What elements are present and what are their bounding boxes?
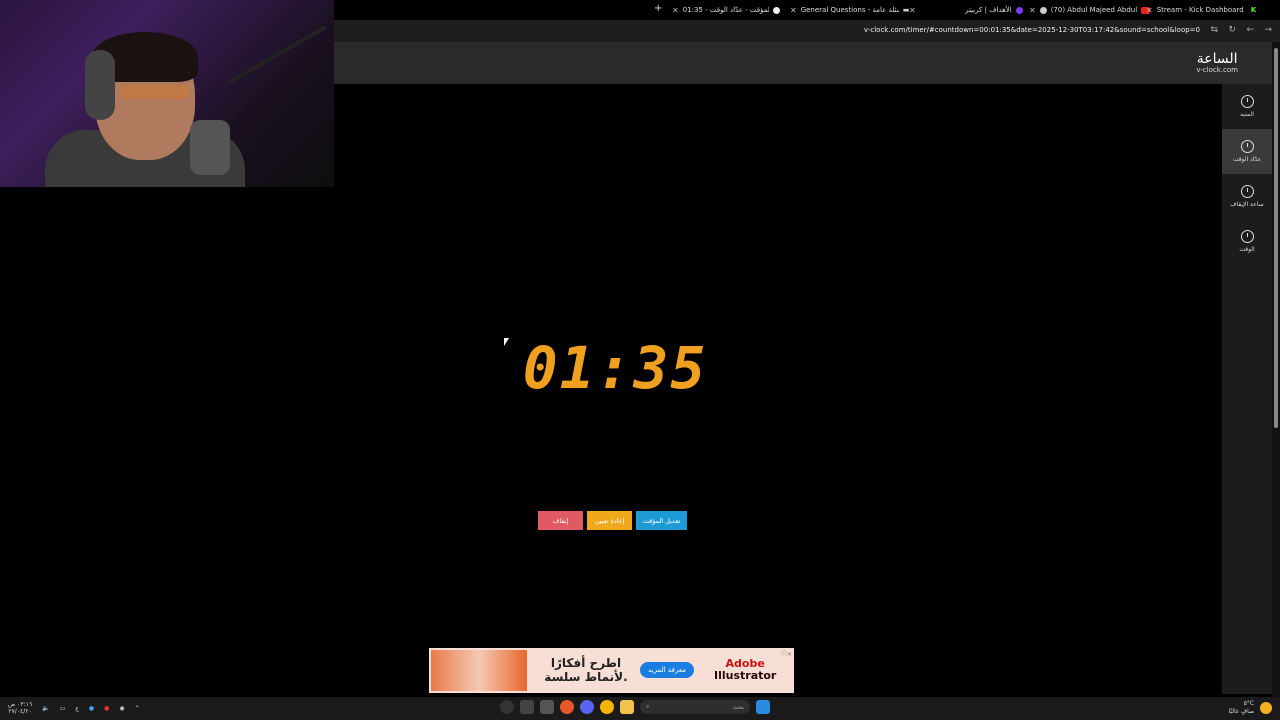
- tab-goals[interactable]: ✕ الأهداف | كرييتر: [909, 3, 1023, 17]
- ad-cta-button[interactable]: معرفة المزيد: [640, 662, 694, 678]
- discord-icon[interactable]: [580, 700, 594, 714]
- tab-label: General Questions - أسئلة عامة: [800, 6, 899, 14]
- back-icon[interactable]: ←: [1246, 25, 1254, 35]
- app-icon[interactable]: [520, 700, 534, 714]
- site-header: الساعة v-clock.com: [334, 42, 1272, 84]
- tab-label: 01:35 - المؤقت - عدّاد الوقت: [682, 6, 769, 14]
- countdown-display: 01:35: [522, 334, 708, 402]
- address-bar: v-clock.com/timer/#countdown=00:01:35&da…: [334, 20, 1280, 42]
- language-indicator[interactable]: ع: [75, 705, 79, 712]
- sidebar-item-label: ساعة الإيقاف: [1230, 201, 1264, 208]
- glasses: [120, 85, 190, 99]
- sidebar-item-label: الوقت: [1239, 246, 1255, 253]
- windows-start-icon[interactable]: [756, 700, 770, 714]
- browser-tab-bar: + ✕ 01:35 - المؤقت - عدّاد الوقت ✕ Gener…: [334, 0, 1280, 20]
- ad-brand-line2: Illustrator: [714, 669, 777, 682]
- stop-button[interactable]: إيقاف: [538, 511, 583, 530]
- site-favicon-icon: [772, 6, 780, 14]
- sidebar-item-clock[interactable]: الوقت: [1222, 219, 1272, 264]
- close-icon[interactable]: ✕: [672, 6, 679, 15]
- reset-button[interactable]: إعادة تعيين: [587, 511, 632, 530]
- ad-brand: Adobe Illustrator: [714, 658, 776, 682]
- microphone: [190, 120, 230, 175]
- taskbar-time: ٠٣:١٦ ص: [8, 701, 33, 708]
- clock-readout[interactable]: ٠٣:١٦ ص ٢٧/٠٤/٢٠: [8, 701, 32, 715]
- sidebar-item-timer[interactable]: عدّاد الوقت: [1222, 129, 1272, 174]
- ad-close-icon[interactable]: ⓘ✕: [781, 649, 792, 658]
- mic-arm: [229, 25, 327, 84]
- chrome-icon[interactable]: [600, 700, 614, 714]
- new-tab-button[interactable]: +: [654, 3, 662, 14]
- favicon-icon: [1015, 6, 1023, 14]
- ad-banner[interactable]: اطرح أفكارًا لأنماط سلسة. معرفة المزيد A…: [429, 648, 794, 693]
- alarm-icon: [1240, 95, 1254, 108]
- chevron-up-icon[interactable]: ⌃: [135, 705, 140, 712]
- ad-headline: اطرح أفكارًا لأنماط سلسة.: [544, 656, 628, 684]
- app-icon[interactable]: [540, 700, 554, 714]
- taskbar-apps: ⌕ بحث: [500, 700, 770, 714]
- weather-widget[interactable]: ٥°C صافٍ غالبًا: [1229, 700, 1272, 716]
- site-logo[interactable]: الساعة v-clock.com: [1196, 52, 1238, 74]
- timer-controls: إيقاف إعادة تعيين تعديل المؤقت: [538, 511, 687, 530]
- taskbar-search[interactable]: ⌕ بحث: [640, 700, 750, 714]
- sidebar-item-label: المنبه: [1240, 111, 1254, 118]
- record-icon[interactable]: ●: [104, 705, 109, 712]
- tab-timer[interactable]: ✕ 01:35 - المؤقت - عدّاد الوقت: [672, 3, 780, 17]
- right-sidebar: المنبه عدّاد الوقت ساعة الإيقاف الوقت: [1222, 84, 1272, 694]
- sidebar-item-alarm[interactable]: المنبه: [1222, 84, 1272, 129]
- tune-icon[interactable]: ⇆: [1210, 25, 1218, 35]
- timer-icon: [1240, 140, 1254, 153]
- tab-youtube[interactable]: ✕ (70) Abdul Majeed Abdulla: [1029, 3, 1150, 17]
- clock-icon: [1240, 230, 1254, 243]
- audio-icon: [1039, 6, 1047, 14]
- search-icon: ⌕: [646, 703, 650, 710]
- forward-icon[interactable]: →: [1264, 25, 1272, 35]
- folder-icon[interactable]: [620, 700, 634, 714]
- close-icon[interactable]: ✕: [1146, 6, 1153, 15]
- app-icon[interactable]: [560, 700, 574, 714]
- mic-icon[interactable]: ●: [89, 705, 94, 712]
- taskbar-date: ٢٧/٠٤/٢٠: [8, 708, 32, 715]
- page-scrollbar[interactable]: [1272, 42, 1280, 697]
- windows-taskbar: ٠٣:١٦ ص ٢٧/٠٤/٢٠ 🔈 ▭ ع ● ● ◉ ⌃ ⌕ بحث ٥°C…: [0, 697, 1280, 720]
- stopwatch-icon: [1240, 185, 1254, 198]
- webcam-overlay: [0, 0, 334, 187]
- sidebar-item-stopwatch[interactable]: ساعة الإيقاف: [1222, 174, 1272, 219]
- mouse-cursor-icon: [504, 338, 509, 346]
- system-tray: ٠٣:١٦ ص ٢٧/٠٤/٢٠ 🔈 ▭ ع ● ● ◉ ⌃: [8, 701, 140, 715]
- weather-desc: صافٍ غالبًا: [1228, 708, 1254, 715]
- tab-general-questions[interactable]: ✕ General Questions - أسئلة عامة ▬: [790, 3, 909, 17]
- notification-icon[interactable]: ▭: [60, 705, 66, 712]
- weather-temp: ٥°C: [1243, 700, 1254, 707]
- tab-kick[interactable]: ✕ Stream - Kick Dashboard K: [1146, 3, 1256, 17]
- app-icon[interactable]: [500, 700, 514, 714]
- close-icon[interactable]: ✕: [1029, 6, 1036, 15]
- headset: [85, 50, 115, 120]
- edit-timer-button[interactable]: تعديل المؤقت: [636, 511, 687, 530]
- tab-label: (70) Abdul Majeed Abdulla: [1050, 6, 1137, 14]
- tab-label: الأهداف | كرييتر: [965, 6, 1012, 14]
- tab-label: Stream - Kick Dashboard: [1156, 6, 1244, 14]
- discord-tray-icon[interactable]: ◉: [119, 705, 124, 712]
- close-icon[interactable]: ✕: [790, 6, 797, 15]
- weather-icon: [1260, 702, 1272, 714]
- close-icon[interactable]: ✕: [909, 6, 916, 15]
- screen: + ✕ 01:35 - المؤقت - عدّاد الوقت ✕ Gener…: [0, 0, 1280, 720]
- logo-arabic: الساعة: [1196, 51, 1238, 67]
- ad-image: [431, 650, 527, 691]
- sidebar-item-label: عدّاد الوقت: [1232, 156, 1262, 163]
- volume-icon[interactable]: 🔈: [42, 705, 49, 712]
- kick-icon: K: [1250, 6, 1257, 14]
- logo-domain: v-clock.com: [1196, 66, 1238, 74]
- search-placeholder: بحث: [732, 703, 744, 711]
- reload-icon[interactable]: ↻: [1228, 25, 1236, 35]
- url-text[interactable]: v-clock.com/timer/#countdown=00:01:35&da…: [864, 26, 1200, 34]
- scrollbar-thumb[interactable]: [1274, 48, 1278, 428]
